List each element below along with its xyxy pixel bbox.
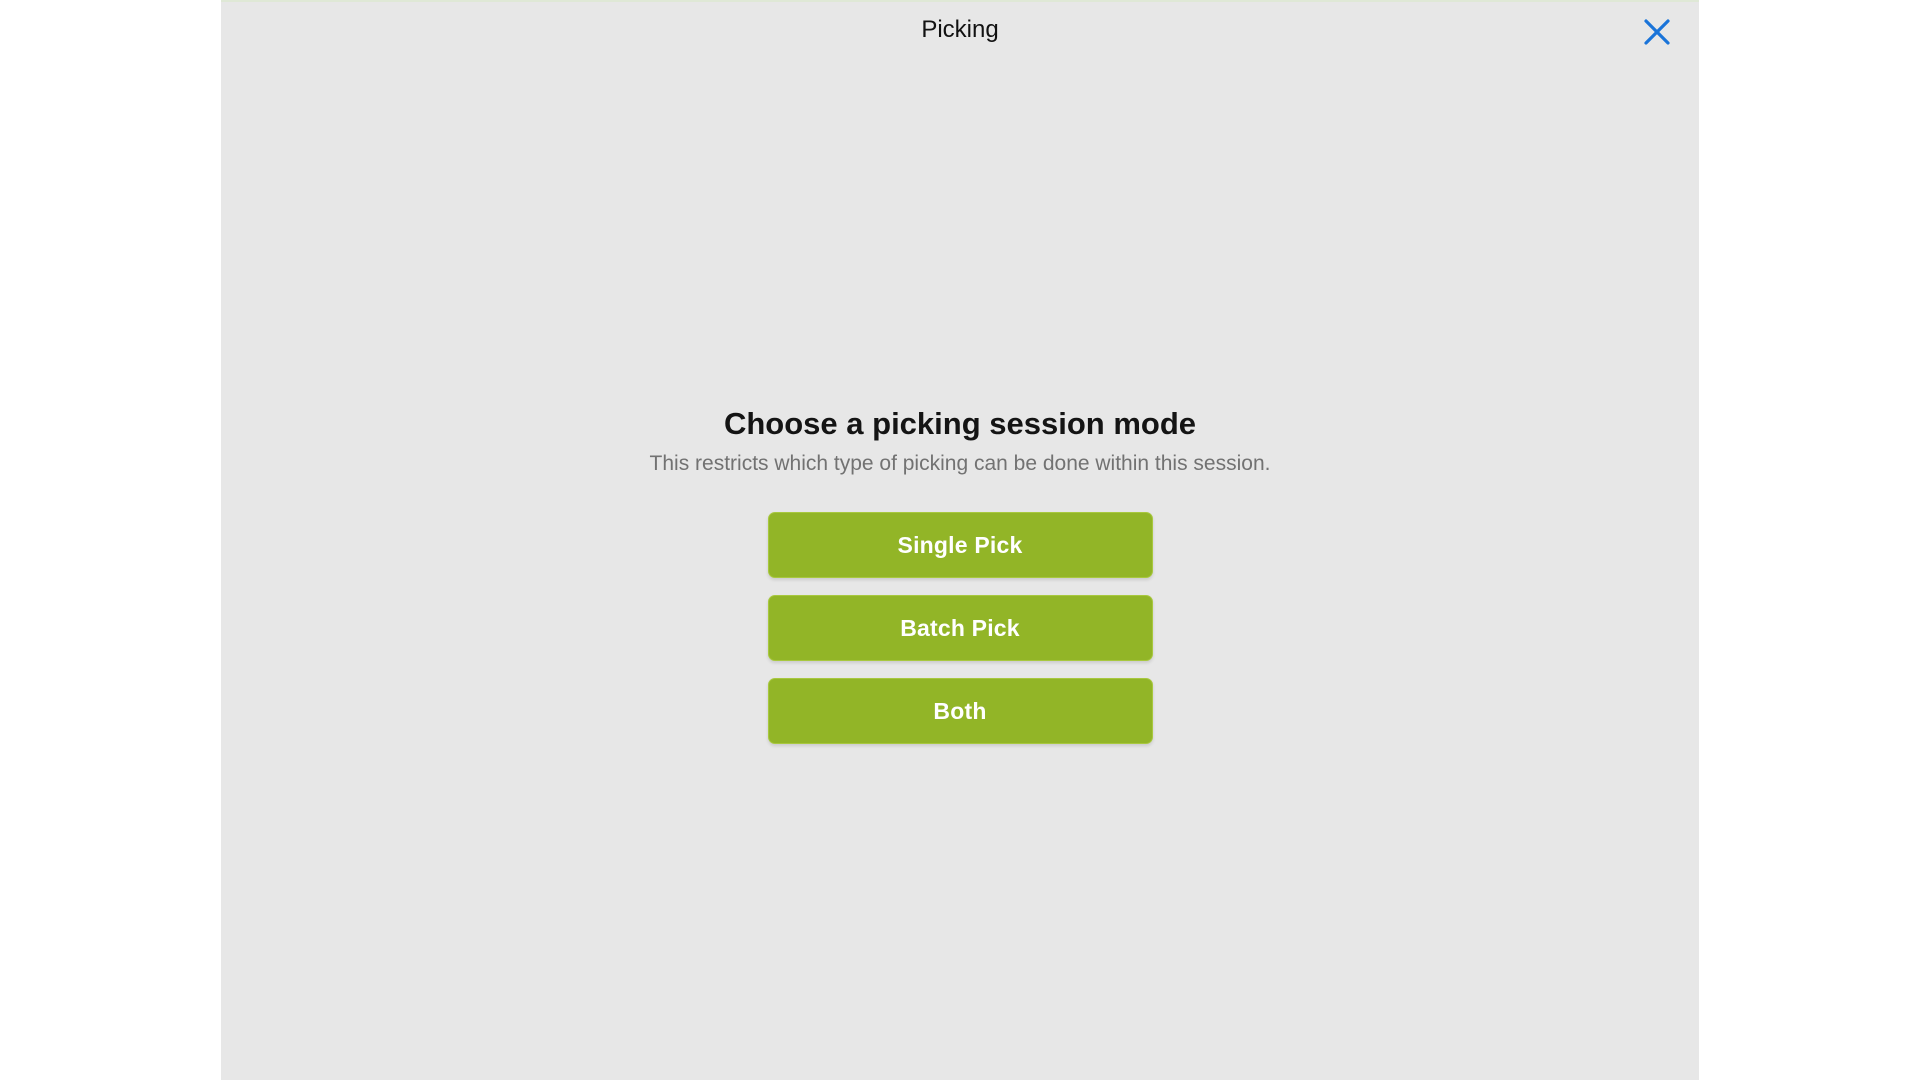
single-pick-button[interactable]: Single Pick — [767, 512, 1153, 578]
picking-modal: Picking Choose a picking session mode Th… — [221, 0, 1699, 1080]
page-title: Picking — [921, 16, 999, 43]
mode-heading: Choose a picking session mode — [723, 406, 1196, 441]
mode-options: Single Pick Batch Pick Both — [221, 512, 1699, 744]
mode-description: This restricts which type of picking can… — [649, 452, 1271, 475]
both-button[interactable]: Both — [767, 678, 1153, 744]
close-icon — [1644, 19, 1670, 45]
batch-pick-button[interactable]: Batch Pick — [767, 595, 1153, 661]
close-button[interactable] — [1641, 16, 1673, 48]
mode-selection-panel: Choose a picking session mode This restr… — [221, 402, 1699, 744]
